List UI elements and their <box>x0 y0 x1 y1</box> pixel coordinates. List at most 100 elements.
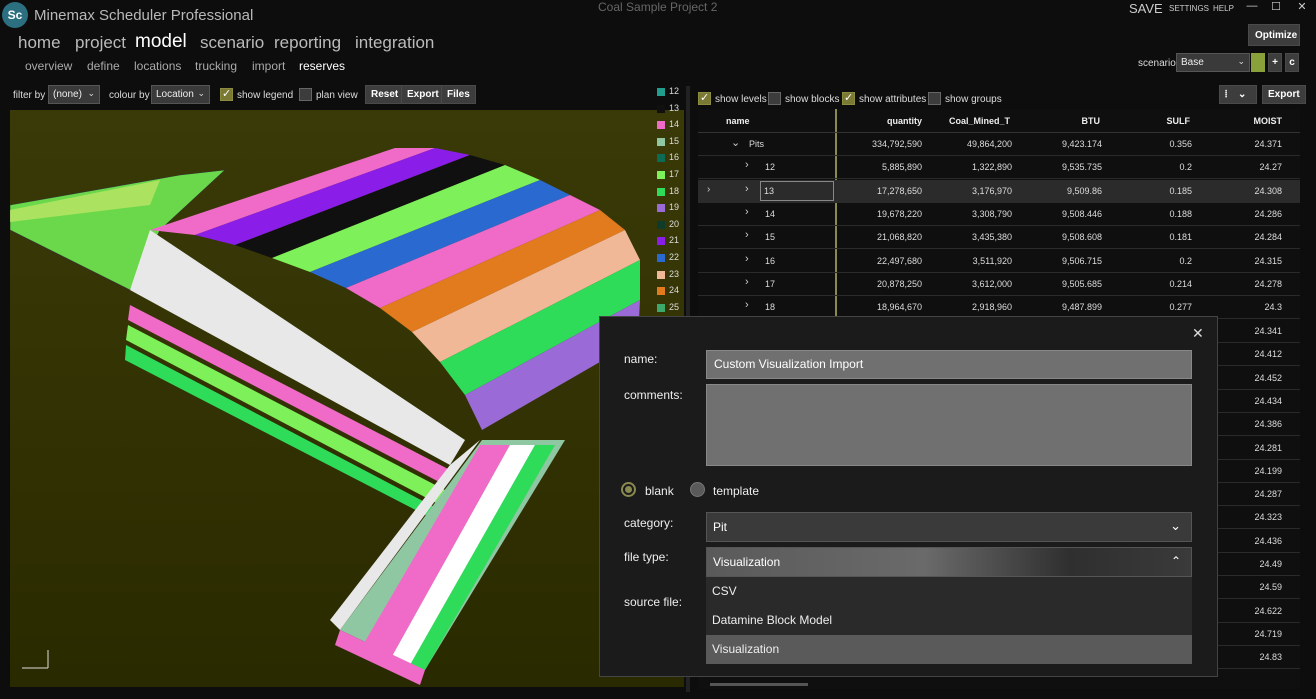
export-view-button[interactable]: Export <box>401 85 445 104</box>
save-button[interactable]: SAVE <box>1129 1 1163 16</box>
table-row[interactable]: › › 13 17,278,650 3,176,970 9,509.86 0.185 24.3… <box>698 179 1300 203</box>
row-divider <box>1217 481 1300 483</box>
legend-label: 13 <box>669 102 680 113</box>
table-row[interactable]: › 12 5,885,890 1,322,890 9,535.735 0.2 24.27 <box>698 156 1300 180</box>
comments-label: comments: <box>624 388 683 402</box>
plan-view-label: plan view <box>316 90 358 101</box>
show-attributes-checkbox[interactable] <box>842 91 855 105</box>
expand-chevron-icon[interactable]: › <box>745 183 749 195</box>
option-datamine-block-model[interactable]: Datamine Block Model <box>706 606 1192 635</box>
header-coal-mined[interactable]: Coal_Mined_T <box>930 116 1010 126</box>
cell-sulf: 0.188 <box>1169 208 1192 219</box>
expand-chevron-icon[interactable]: › <box>745 299 749 311</box>
header-moist[interactable]: MOIST <box>1222 116 1283 126</box>
legend-swatch <box>657 171 665 179</box>
expanded-chevron-icon[interactable]: ⌄ <box>731 136 740 149</box>
nav-home[interactable]: home <box>18 33 61 53</box>
close-window-button[interactable]: ✕ <box>1290 0 1314 14</box>
cell-sulf: 0.2 <box>1179 255 1192 266</box>
filter-by-select[interactable]: (none) ⌄ <box>48 85 100 104</box>
row-name: 17 <box>765 278 776 289</box>
plan-view-checkbox[interactable] <box>299 88 312 101</box>
subnav-reserves[interactable]: reserves <box>299 59 345 73</box>
expand-chevron-icon[interactable]: › <box>745 159 749 171</box>
export-table-button[interactable]: Export <box>1262 85 1306 104</box>
show-levels-checkbox[interactable] <box>698 91 711 105</box>
header-sulf[interactable]: SULF <box>1140 116 1191 126</box>
show-groups-label: show groups <box>945 94 1002 105</box>
legend-swatch <box>657 121 665 130</box>
table-row[interactable]: › 16 22,497,680 3,511,920 9,506.715 0.2 24.315 <box>698 250 1300 273</box>
legend-swatch <box>657 237 665 246</box>
maximize-button[interactable]: ☐ <box>1264 0 1288 14</box>
minimize-button[interactable]: — <box>1240 0 1264 14</box>
colour-by-select[interactable]: Location ⌄ <box>151 85 210 104</box>
nav-project[interactable]: project <box>75 33 126 53</box>
nav-scenario[interactable]: scenario <box>200 33 264 53</box>
blank-radio[interactable] <box>621 482 636 497</box>
option-visualization[interactable]: Visualization <box>706 635 1192 664</box>
help-link[interactable]: HELP <box>1213 4 1234 13</box>
subnav-overview[interactable]: overview <box>25 59 72 73</box>
show-blocks-checkbox[interactable] <box>768 92 781 105</box>
copy-scenario-button[interactable]: c <box>1285 53 1299 72</box>
show-legend-checkbox[interactable] <box>220 87 233 101</box>
nav-model[interactable]: model <box>135 31 187 53</box>
cell-moist: 24.371 <box>1254 139 1282 149</box>
nav-integration[interactable]: integration <box>355 33 434 53</box>
cell-moist: 24.308 <box>1254 185 1282 196</box>
header-name[interactable]: name <box>726 116 750 126</box>
colour-by-label: colour by <box>109 90 150 101</box>
expand-chevron-icon[interactable]: › <box>745 206 749 218</box>
expand-chevron-icon[interactable]: › <box>745 229 749 241</box>
cell-moist: 24.83 <box>1259 652 1282 663</box>
scenario-color-swatch[interactable] <box>1251 53 1265 72</box>
expand-chevron-icon[interactable]: › <box>745 253 749 265</box>
header-quantity[interactable]: quantity <box>840 116 922 126</box>
table-row[interactable]: ⌄ Pits 334,792,590 49,864,200 9,423.174 0.356… <box>698 133 1300 156</box>
cell-coal: 3,612,000 <box>971 278 1012 289</box>
row-divider <box>1217 505 1300 507</box>
chevron-down-icon: ⌄ <box>87 88 95 98</box>
legend-swatch <box>657 204 665 213</box>
horizontal-scrollbar[interactable] <box>710 683 808 686</box>
option-csv[interactable]: CSV <box>706 577 1192 606</box>
cell-moist: 24.719 <box>1254 628 1282 639</box>
expand-chevron-icon[interactable]: › <box>745 276 749 288</box>
table-row[interactable]: › 15 21,068,820 3,435,380 9,508.608 0.181 24.2… <box>698 226 1300 250</box>
legend-label: 24 <box>669 285 680 296</box>
subnav-define[interactable]: define <box>87 59 120 73</box>
chevron-down-icon: ⌄ <box>1170 518 1181 533</box>
add-scenario-button[interactable]: + <box>1268 53 1282 72</box>
scenario-select[interactable]: Base ⌄ <box>1176 53 1250 72</box>
category-select[interactable]: Pit ⌄ <box>706 512 1192 542</box>
cell-btu: 9,487.899 <box>1061 302 1102 313</box>
files-button[interactable]: Files <box>441 85 476 104</box>
blank-label: blank <box>645 484 674 498</box>
table-row[interactable]: › 14 19,678,220 3,308,790 9,508.446 0.188 24.2… <box>698 203 1300 226</box>
optimize-button[interactable]: Optimize <box>1248 24 1300 46</box>
nav-reporting[interactable]: reporting <box>274 33 341 53</box>
template-label: template <box>713 484 760 498</box>
subnav-import[interactable]: import <box>252 59 285 73</box>
file-type-select[interactable]: Visualization ⌃ <box>706 547 1192 577</box>
3d-viewport[interactable] <box>10 110 684 687</box>
subnav-locations[interactable]: locations <box>134 59 181 73</box>
header-btu[interactable]: BTU <box>1040 116 1101 126</box>
column-chooser-button[interactable]: ⦙ ⌄ <box>1219 85 1257 104</box>
cell-moist: 24.434 <box>1254 395 1282 406</box>
cell-quantity: 18,964,670 <box>876 302 922 313</box>
file-type-value: Visualization <box>713 555 781 569</box>
scenario-label: scenario <box>1138 58 1176 69</box>
name-input[interactable]: Custom Visualization Import <box>706 350 1192 379</box>
template-radio[interactable] <box>690 482 705 497</box>
subnav-trucking[interactable]: trucking <box>195 59 237 73</box>
settings-link[interactable]: SETTINGS <box>1169 4 1209 13</box>
reset-button[interactable]: Reset <box>365 85 405 104</box>
table-row[interactable]: › 17 20,878,250 3,612,000 9,505.685 0.214 24.2… <box>698 273 1300 296</box>
legend-swatch <box>657 104 665 113</box>
cell-moist: 24.287 <box>1254 489 1282 500</box>
show-groups-checkbox[interactable] <box>928 92 941 105</box>
close-icon[interactable]: ✕ <box>1192 325 1204 342</box>
comments-textarea[interactable] <box>706 384 1192 466</box>
